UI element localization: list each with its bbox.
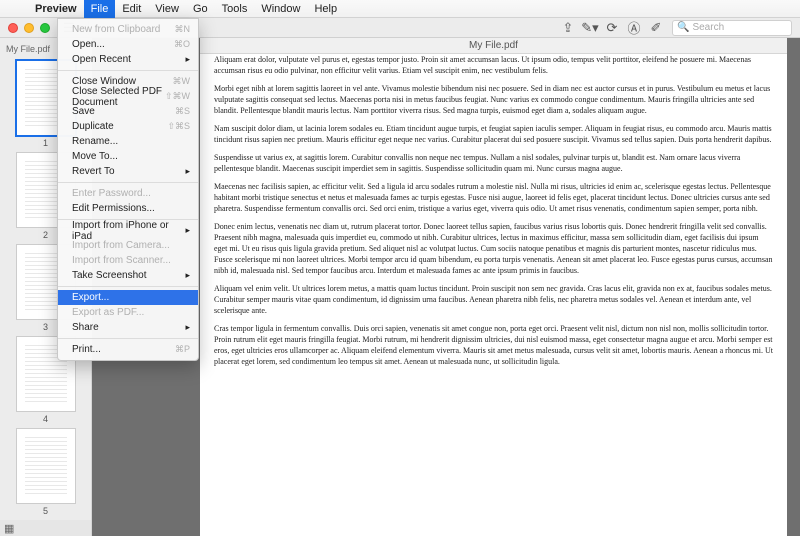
mi-edit-permissions[interactable]: Edit Permissions... <box>58 201 198 216</box>
mi-print[interactable]: Print...⌘P <box>58 342 198 357</box>
page-thumbnail-4-num: 4 <box>0 414 91 424</box>
sidebar-footer: ▦ <box>0 520 91 536</box>
menubar-window[interactable]: Window <box>254 0 307 18</box>
mi-import-scanner: Import from Scanner... <box>58 253 198 268</box>
mi-import-camera: Import from Camera... <box>58 238 198 253</box>
search-placeholder: Search <box>692 22 724 33</box>
page-thumbnail-5[interactable] <box>16 428 76 504</box>
pencil-icon: ✐ <box>651 20 662 36</box>
menubar-edit[interactable]: Edit <box>115 0 148 18</box>
rotate-icon: ⟳ <box>607 20 618 36</box>
window-traffic-lights <box>8 23 50 33</box>
mi-share[interactable]: Share▸ <box>58 320 198 335</box>
menubar-go[interactable]: Go <box>186 0 215 18</box>
document-tab[interactable]: My File.pdf <box>200 38 787 54</box>
menubar-view[interactable]: View <box>148 0 186 18</box>
para: Donec enim lectus, venenatis nec diam ut… <box>214 221 773 276</box>
mi-take-screenshot[interactable]: Take Screenshot▸ <box>58 268 198 283</box>
mi-save[interactable]: Save⌘S <box>58 104 198 119</box>
mi-export[interactable]: Export... <box>58 290 198 305</box>
menubar-tools[interactable]: Tools <box>215 0 255 18</box>
para: Maecenas nec facilisis sapien, ac effici… <box>214 181 773 214</box>
menubar-app[interactable]: Preview <box>28 0 84 18</box>
search-field[interactable]: 🔍 Search <box>672 20 792 36</box>
mi-rename[interactable]: Rename... <box>58 134 198 149</box>
menubar-file[interactable]: File <box>84 0 116 18</box>
window-minimize-button[interactable] <box>24 23 34 33</box>
document-tab-label: My File.pdf <box>469 40 518 51</box>
share-icon: ⇪ <box>563 20 574 36</box>
window-zoom-button[interactable] <box>40 23 50 33</box>
mi-open-recent[interactable]: Open Recent▸ <box>58 52 198 67</box>
mi-enter-password: Enter Password... <box>58 186 198 201</box>
para: Cras tempor ligula in fermentum convalli… <box>214 323 773 367</box>
file-menu: New from Clipboard⌘N Open...⌘O Open Rece… <box>57 18 199 361</box>
markup-button[interactable]: Ⓐ <box>624 20 644 36</box>
para: Morbi eget nibh at lorem sagittis laoree… <box>214 83 773 116</box>
para: Aliquam vel enim velit. Ut ultrices lore… <box>214 283 773 316</box>
mi-revert-to[interactable]: Revert To▸ <box>58 164 198 179</box>
para: Suspendisse ut varius ex, at sagittis lo… <box>214 152 773 174</box>
document-viewport[interactable]: Aliquam erat dolor, vulputate vel purus … <box>200 54 787 536</box>
search-icon: 🔍 <box>677 22 689 33</box>
rotate-button[interactable]: ⟳ <box>602 20 622 36</box>
markup-icon: Ⓐ <box>627 18 640 37</box>
mi-move-to[interactable]: Move To... <box>58 149 198 164</box>
form-button[interactable]: ✐ <box>646 20 666 36</box>
page-thumbnail-5-num: 5 <box>0 506 91 516</box>
apple-menu[interactable] <box>8 3 20 15</box>
para: Aliquam erat dolor, vulputate vel purus … <box>214 54 773 76</box>
mi-open[interactable]: Open...⌘O <box>58 37 198 52</box>
page-content: Aliquam erat dolor, vulputate vel purus … <box>200 54 787 536</box>
grid-icon[interactable]: ▦ <box>4 522 14 535</box>
para: Nam suscipit dolor diam, ut lacinia lore… <box>214 123 773 145</box>
menubar: Preview File Edit View Go Tools Window H… <box>0 0 800 18</box>
mi-new-from-clipboard: New from Clipboard⌘N <box>58 22 198 37</box>
mi-import-iphone[interactable]: Import from iPhone or iPad▸ <box>58 223 198 238</box>
background-gap-right <box>787 38 800 536</box>
menubar-help[interactable]: Help <box>307 0 344 18</box>
highlight-icon: ✎▾ <box>581 20 598 36</box>
mi-export-pdf: Export as PDF... <box>58 305 198 320</box>
mi-duplicate[interactable]: Duplicate⇧⌘S <box>58 119 198 134</box>
mi-close-selected[interactable]: Close Selected PDF Document⇧⌘W <box>58 89 198 104</box>
window-close-button[interactable] <box>8 23 18 33</box>
share-button[interactable]: ⇪ <box>558 20 578 36</box>
highlight-button[interactable]: ✎▾ <box>580 20 600 36</box>
